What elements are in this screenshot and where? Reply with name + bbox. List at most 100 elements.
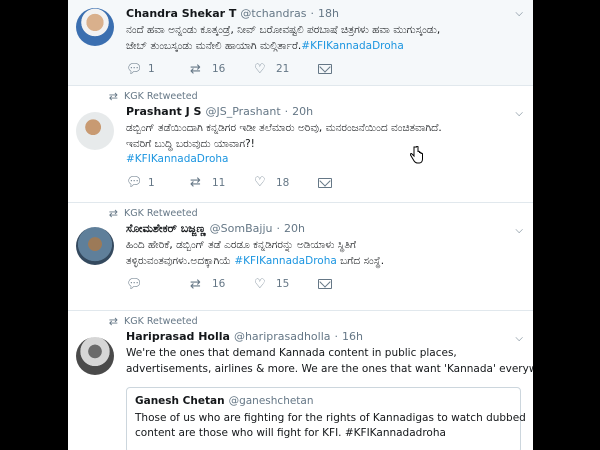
author-handle[interactable]: @JS_Prashant xyxy=(205,104,280,119)
tweet-line: ನಂದೆ ಹವಾ ಅನ್ನಂಡು ಕೂತ್ಕಂಡ್ರೆ, ನೀವ್ ಬರೋವಷ್… xyxy=(126,24,441,36)
dm-button[interactable] xyxy=(318,64,382,74)
author-name[interactable]: Prashant J S xyxy=(126,104,201,119)
retweet-context: ⇄ KGK Retweeted xyxy=(102,88,521,104)
tweet-header: Prashant J S @JS_Prashant · 20h xyxy=(126,104,521,119)
timestamp[interactable]: 20h xyxy=(284,221,305,236)
quoted-tweet[interactable]: Ganesh Chetan @ganeshchetan Those of us … xyxy=(126,387,526,450)
heart-icon: ♡ xyxy=(254,61,266,77)
retweet-icon: ⇄ xyxy=(190,61,201,77)
tweet-line: ಹಿಂದಿ ಹೇರಿಕೆ, ಡಬ್ಬಿಂಗ್ ತಡೆ ಎರಡೂ ಕನ್ನಡಿಗರ… xyxy=(126,239,357,251)
tweet-line: ಇವರಿಗೆ ಬುದ್ಧಿ ಬರುವುದು ಯಾವಾಗ?! xyxy=(126,137,255,150)
avatar[interactable] xyxy=(76,8,114,46)
retweet-count: 11 xyxy=(212,176,226,189)
hashtag-link[interactable]: #KFIKannadaDroha xyxy=(301,40,403,52)
envelope-icon xyxy=(318,64,332,74)
reply-icon: 💬︎ xyxy=(126,175,143,190)
retweeted-by-label[interactable]: KGK Retweeted xyxy=(124,208,198,219)
chevron-down-icon[interactable]: ⌵ xyxy=(515,225,523,236)
quoted-tweet-line: Those of us who are fighting for the rig… xyxy=(135,412,526,424)
retweet-count: 16 xyxy=(212,63,226,75)
quoted-tweet-text: Those of us who are fighting for the rig… xyxy=(135,411,526,441)
reply-icon: 💬︎ xyxy=(126,61,143,77)
like-count: 18 xyxy=(276,176,290,189)
tweet-line-text: ಜೇಬ್ ತುಂಬಸ್ಕಂಡು ಮನೇಲಿ ಹಾಯಾಗಿ ಮಲ್ಗಿರ್ತಾರೆ… xyxy=(126,39,302,52)
tweet-header: Chandra Shekar T @tchandras · 18h xyxy=(126,6,521,21)
avatar[interactable] xyxy=(76,337,114,375)
separator-dot: · xyxy=(310,7,314,20)
chevron-down-icon[interactable]: ⌵ xyxy=(515,333,523,344)
separator-dot: · xyxy=(284,105,289,118)
dm-button[interactable] xyxy=(318,177,382,188)
retweet-context: ⇄ KGK Retweeted xyxy=(102,205,521,221)
retweet-button[interactable]: ⇄ 16 xyxy=(190,62,254,77)
tweet-text: ನಂದೆ ಹವಾ ಅನ್ನಂಡು ಕೂತ್ಕಂಡ್ರೆ, ನೀವ್ ಬರೋವಷ್… xyxy=(126,23,521,54)
author-handle[interactable]: @tchandras xyxy=(240,6,306,21)
quoted-tweet-header: Ganesh Chetan @ganeshchetan xyxy=(135,394,512,409)
envelope-icon xyxy=(318,177,332,188)
tweet[interactable]: ⇄ KGK Retweeted ⌵ ಸೋಮಶೇಕರ್ ಬಜ್ಜಣ್ಣ @SomBa… xyxy=(68,203,533,311)
tweet-header: ಸೋಮಶೇಕರ್ ಬಜ್ಜಣ್ಣ @SomBajju · 20h xyxy=(126,221,521,236)
tweet-line-tail: ಬಗೆದ ಸಂಸ್ಥೆ. xyxy=(340,254,385,267)
retweeted-by-label[interactable]: KGK Retweeted xyxy=(124,316,198,327)
retweet-icon: ⇄ xyxy=(108,314,118,328)
retweet-context: ⇄ KGK Retweeted xyxy=(102,313,521,329)
retweet-button[interactable]: ⇄ 16 xyxy=(190,277,254,292)
chevron-down-icon[interactable]: ⌵ xyxy=(515,8,523,19)
like-button[interactable]: ♡ 15 xyxy=(254,277,318,292)
hashtag-link[interactable]: #KFIKannadaDroha xyxy=(234,255,336,267)
like-button[interactable]: ♡ 21 xyxy=(254,62,318,77)
retweet-icon: ⇄ xyxy=(108,89,118,103)
tweet[interactable]: ⇄ KGK Retweeted ⌵ Hariprasad Holla @harip… xyxy=(68,311,533,450)
reply-button[interactable]: 💬︎ 1 xyxy=(126,175,190,190)
retweet-icon: ⇄ xyxy=(190,175,201,190)
timestamp[interactable]: 20h xyxy=(292,104,313,119)
twitter-timeline: ⌵ Chandra Shekar T @tchandras · 18h ನಂದೆ… xyxy=(68,0,533,450)
retweet-icon: ⇄ xyxy=(190,276,201,292)
tweet-line: ತಳ್ಳಿರುವಂತವುಗಳು.ಅದಕ್ಕಾಗಿಯೆ #KFIKannadaDr… xyxy=(126,254,521,270)
like-count: 15 xyxy=(276,278,290,290)
tweet-actions: 💬︎ 1 ⇄ 11 ♡ 18 xyxy=(126,175,521,191)
heart-icon: ♡ xyxy=(254,175,266,190)
avatar[interactable] xyxy=(76,112,114,150)
tweet-actions: 💬︎ 1 ⇄ 16 ♡ 21 xyxy=(126,61,521,77)
author-name[interactable]: Chandra Shekar T xyxy=(126,6,236,21)
tweet-line: advertisements, airlines & more. We are … xyxy=(126,362,533,375)
tweet-line: ಜೇಬ್ ತುಂಬಸ್ಕಂಡು ಮನೇಲಿ ಹಾಯಾಗಿ ಮಲ್ಗಿರ್ತಾರೆ… xyxy=(126,39,521,55)
author-name[interactable]: Hariprasad Holla xyxy=(126,329,230,344)
tweet-actions: 💬︎ ⇄ 16 ♡ 15 xyxy=(126,276,521,292)
reply-count: 1 xyxy=(148,63,155,75)
envelope-icon xyxy=(318,279,332,289)
reply-icon: 💬︎ xyxy=(126,276,143,292)
timestamp[interactable]: 16h xyxy=(342,329,363,344)
reply-count: 1 xyxy=(148,176,155,189)
retweeted-by-label[interactable]: KGK Retweeted xyxy=(124,91,198,102)
tweet-line: We're the ones that demand Kannada conte… xyxy=(126,347,457,359)
dm-button[interactable] xyxy=(318,279,382,289)
retweet-count: 16 xyxy=(212,278,226,290)
tweet-line-text: ತಳ್ಳಿರುವಂತವುಗಳು.ಅದಕ್ಕಾಗಿಯೆ xyxy=(126,254,231,267)
like-button[interactable]: ♡ 18 xyxy=(254,175,318,190)
author-name[interactable]: ಸೋಮಶೇಕರ್ ಬಜ್ಜಣ್ಣ xyxy=(126,221,206,236)
heart-icon: ♡ xyxy=(254,276,266,292)
retweet-button[interactable]: ⇄ 11 xyxy=(190,175,254,190)
tweet-text: ಹಿಂದಿ ಹೇರಿಕೆ, ಡಬ್ಬಿಂಗ್ ತಡೆ ಎರಡೂ ಕನ್ನಡಿಗರ… xyxy=(126,238,521,269)
tweet-header: Hariprasad Holla @hariprasadholla · 16h xyxy=(126,329,521,344)
author-handle[interactable]: @SomBajju xyxy=(210,221,273,236)
timestamp[interactable]: 18h xyxy=(318,6,339,21)
hashtag-link[interactable]: #KFIKannadaDroha xyxy=(126,152,521,168)
tweet[interactable]: ⇄ KGK Retweeted ⌵ Prashant J S @JS_Prasha… xyxy=(68,86,533,203)
separator-dot: · xyxy=(334,330,339,343)
quoted-author-handle: @ganeshchetan xyxy=(228,395,314,407)
retweet-icon: ⇄ xyxy=(108,206,118,220)
tweet[interactable]: ⌵ Chandra Shekar T @tchandras · 18h ನಂದೆ… xyxy=(68,0,533,86)
quoted-author-name: Ganesh Chetan xyxy=(135,395,225,407)
separator-dot: · xyxy=(276,222,280,235)
reply-button[interactable]: 💬︎ xyxy=(126,277,190,292)
chevron-down-icon[interactable]: ⌵ xyxy=(515,108,523,119)
quoted-tweet-line: content are those who will fight for KFI… xyxy=(135,427,446,439)
hand-pointer-cursor-icon xyxy=(410,146,423,164)
avatar[interactable] xyxy=(76,227,114,265)
author-handle[interactable]: @hariprasadholla xyxy=(234,329,331,344)
tweet-text: ಡಬ್ಬಿಂಗ್ ತಡೆಯಿಂದಾಗಿ ಕನ್ನಡಿಗರ ಇಡೀ ತಲೆಮಾರು… xyxy=(126,121,521,168)
reply-button[interactable]: 💬︎ 1 xyxy=(126,62,190,77)
